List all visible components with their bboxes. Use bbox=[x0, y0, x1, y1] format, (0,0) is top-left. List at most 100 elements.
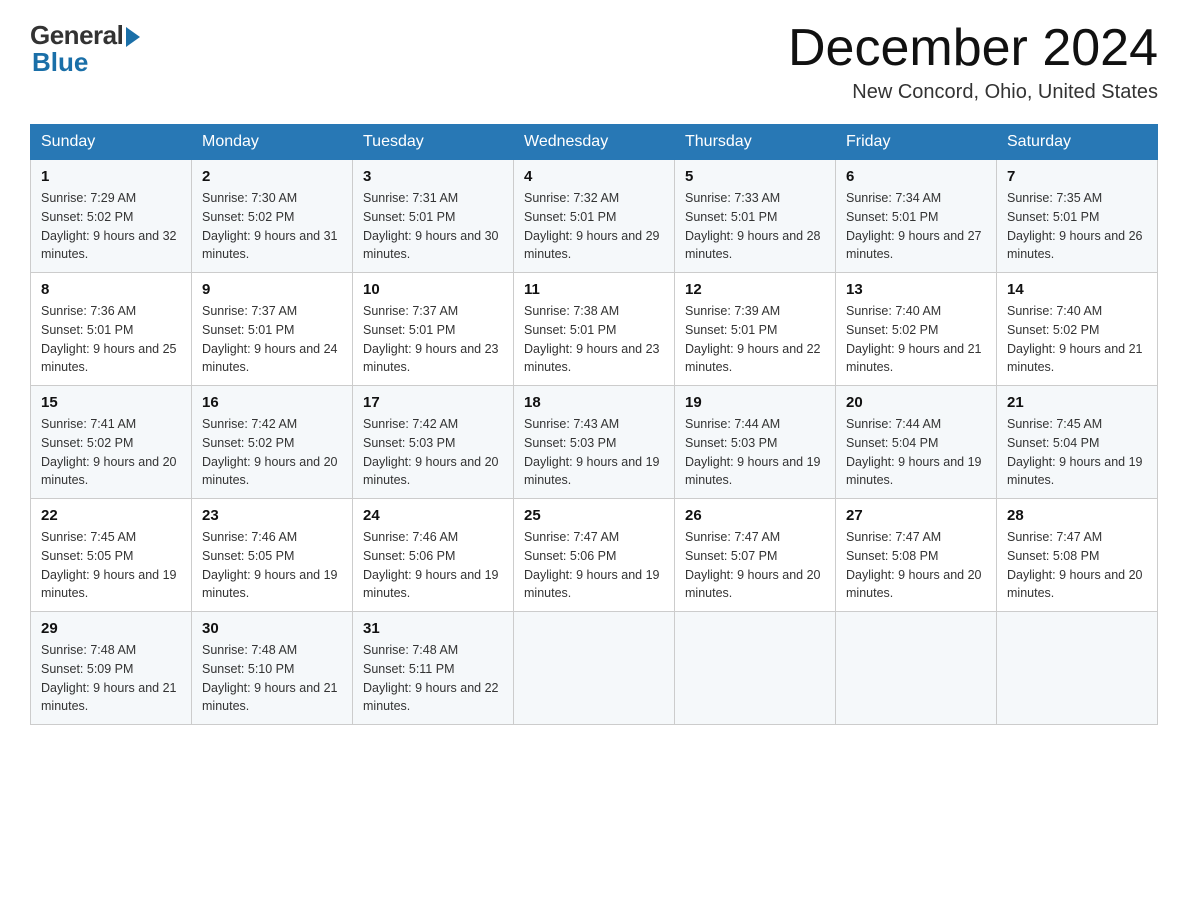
day-number: 20 bbox=[846, 394, 986, 411]
day-info: Sunrise: 7:47 AM Sunset: 5:08 PM Dayligh… bbox=[846, 528, 986, 603]
header-day-sunday: Sunday bbox=[31, 125, 192, 160]
calendar-cell: 21 Sunrise: 7:45 AM Sunset: 5:04 PM Dayl… bbox=[997, 386, 1158, 499]
calendar-cell: 3 Sunrise: 7:31 AM Sunset: 5:01 PM Dayli… bbox=[353, 160, 514, 273]
week-row-3: 15 Sunrise: 7:41 AM Sunset: 5:02 PM Dayl… bbox=[31, 386, 1158, 499]
week-row-2: 8 Sunrise: 7:36 AM Sunset: 5:01 PM Dayli… bbox=[31, 273, 1158, 386]
calendar-cell: 4 Sunrise: 7:32 AM Sunset: 5:01 PM Dayli… bbox=[514, 160, 675, 273]
day-number: 28 bbox=[1007, 507, 1147, 524]
day-info: Sunrise: 7:33 AM Sunset: 5:01 PM Dayligh… bbox=[685, 189, 825, 264]
calendar-cell: 16 Sunrise: 7:42 AM Sunset: 5:02 PM Dayl… bbox=[192, 386, 353, 499]
day-number: 14 bbox=[1007, 281, 1147, 298]
calendar-cell: 8 Sunrise: 7:36 AM Sunset: 5:01 PM Dayli… bbox=[31, 273, 192, 386]
day-info: Sunrise: 7:48 AM Sunset: 5:11 PM Dayligh… bbox=[363, 641, 503, 716]
header-day-monday: Monday bbox=[192, 125, 353, 160]
day-info: Sunrise: 7:46 AM Sunset: 5:05 PM Dayligh… bbox=[202, 528, 342, 603]
day-number: 25 bbox=[524, 507, 664, 524]
day-number: 4 bbox=[524, 168, 664, 185]
day-number: 1 bbox=[41, 168, 181, 185]
day-number: 29 bbox=[41, 620, 181, 637]
calendar-cell: 13 Sunrise: 7:40 AM Sunset: 5:02 PM Dayl… bbox=[836, 273, 997, 386]
day-number: 6 bbox=[846, 168, 986, 185]
calendar-cell: 22 Sunrise: 7:45 AM Sunset: 5:05 PM Dayl… bbox=[31, 499, 192, 612]
calendar-cell bbox=[836, 612, 997, 725]
day-info: Sunrise: 7:43 AM Sunset: 5:03 PM Dayligh… bbox=[524, 415, 664, 490]
day-number: 21 bbox=[1007, 394, 1147, 411]
calendar-cell: 5 Sunrise: 7:33 AM Sunset: 5:01 PM Dayli… bbox=[675, 160, 836, 273]
day-number: 23 bbox=[202, 507, 342, 524]
day-info: Sunrise: 7:31 AM Sunset: 5:01 PM Dayligh… bbox=[363, 189, 503, 264]
day-info: Sunrise: 7:45 AM Sunset: 5:05 PM Dayligh… bbox=[41, 528, 181, 603]
calendar-cell: 14 Sunrise: 7:40 AM Sunset: 5:02 PM Dayl… bbox=[997, 273, 1158, 386]
calendar-cell: 15 Sunrise: 7:41 AM Sunset: 5:02 PM Dayl… bbox=[31, 386, 192, 499]
day-info: Sunrise: 7:37 AM Sunset: 5:01 PM Dayligh… bbox=[363, 302, 503, 377]
logo: General Blue bbox=[30, 20, 140, 78]
week-row-5: 29 Sunrise: 7:48 AM Sunset: 5:09 PM Dayl… bbox=[31, 612, 1158, 725]
day-info: Sunrise: 7:30 AM Sunset: 5:02 PM Dayligh… bbox=[202, 189, 342, 264]
day-info: Sunrise: 7:46 AM Sunset: 5:06 PM Dayligh… bbox=[363, 528, 503, 603]
day-info: Sunrise: 7:36 AM Sunset: 5:01 PM Dayligh… bbox=[41, 302, 181, 377]
calendar-cell: 24 Sunrise: 7:46 AM Sunset: 5:06 PM Dayl… bbox=[353, 499, 514, 612]
day-info: Sunrise: 7:48 AM Sunset: 5:10 PM Dayligh… bbox=[202, 641, 342, 716]
calendar-cell: 2 Sunrise: 7:30 AM Sunset: 5:02 PM Dayli… bbox=[192, 160, 353, 273]
calendar-cell: 18 Sunrise: 7:43 AM Sunset: 5:03 PM Dayl… bbox=[514, 386, 675, 499]
day-number: 3 bbox=[363, 168, 503, 185]
day-info: Sunrise: 7:42 AM Sunset: 5:02 PM Dayligh… bbox=[202, 415, 342, 490]
day-number: 5 bbox=[685, 168, 825, 185]
calendar-cell: 10 Sunrise: 7:37 AM Sunset: 5:01 PM Dayl… bbox=[353, 273, 514, 386]
day-info: Sunrise: 7:32 AM Sunset: 5:01 PM Dayligh… bbox=[524, 189, 664, 264]
calendar-cell bbox=[997, 612, 1158, 725]
day-info: Sunrise: 7:48 AM Sunset: 5:09 PM Dayligh… bbox=[41, 641, 181, 716]
day-number: 19 bbox=[685, 394, 825, 411]
calendar-cell: 28 Sunrise: 7:47 AM Sunset: 5:08 PM Dayl… bbox=[997, 499, 1158, 612]
header-day-friday: Friday bbox=[836, 125, 997, 160]
day-info: Sunrise: 7:40 AM Sunset: 5:02 PM Dayligh… bbox=[1007, 302, 1147, 377]
day-number: 31 bbox=[363, 620, 503, 637]
day-info: Sunrise: 7:47 AM Sunset: 5:08 PM Dayligh… bbox=[1007, 528, 1147, 603]
day-info: Sunrise: 7:35 AM Sunset: 5:01 PM Dayligh… bbox=[1007, 189, 1147, 264]
day-info: Sunrise: 7:39 AM Sunset: 5:01 PM Dayligh… bbox=[685, 302, 825, 377]
day-number: 11 bbox=[524, 281, 664, 298]
day-number: 22 bbox=[41, 507, 181, 524]
calendar-cell bbox=[514, 612, 675, 725]
day-info: Sunrise: 7:38 AM Sunset: 5:01 PM Dayligh… bbox=[524, 302, 664, 377]
header-day-saturday: Saturday bbox=[997, 125, 1158, 160]
day-number: 13 bbox=[846, 281, 986, 298]
location-text: New Concord, Ohio, United States bbox=[788, 81, 1158, 104]
day-number: 18 bbox=[524, 394, 664, 411]
calendar-cell: 6 Sunrise: 7:34 AM Sunset: 5:01 PM Dayli… bbox=[836, 160, 997, 273]
week-row-1: 1 Sunrise: 7:29 AM Sunset: 5:02 PM Dayli… bbox=[31, 160, 1158, 273]
calendar-cell: 9 Sunrise: 7:37 AM Sunset: 5:01 PM Dayli… bbox=[192, 273, 353, 386]
month-title: December 2024 bbox=[788, 20, 1158, 77]
header-day-tuesday: Tuesday bbox=[353, 125, 514, 160]
day-number: 2 bbox=[202, 168, 342, 185]
day-info: Sunrise: 7:29 AM Sunset: 5:02 PM Dayligh… bbox=[41, 189, 181, 264]
calendar-header-row: SundayMondayTuesdayWednesdayThursdayFrid… bbox=[31, 125, 1158, 160]
day-number: 26 bbox=[685, 507, 825, 524]
day-info: Sunrise: 7:44 AM Sunset: 5:03 PM Dayligh… bbox=[685, 415, 825, 490]
calendar-cell: 31 Sunrise: 7:48 AM Sunset: 5:11 PM Dayl… bbox=[353, 612, 514, 725]
calendar-cell: 19 Sunrise: 7:44 AM Sunset: 5:03 PM Dayl… bbox=[675, 386, 836, 499]
week-row-4: 22 Sunrise: 7:45 AM Sunset: 5:05 PM Dayl… bbox=[31, 499, 1158, 612]
calendar-cell: 26 Sunrise: 7:47 AM Sunset: 5:07 PM Dayl… bbox=[675, 499, 836, 612]
logo-triangle-icon bbox=[126, 27, 140, 47]
calendar-cell: 20 Sunrise: 7:44 AM Sunset: 5:04 PM Dayl… bbox=[836, 386, 997, 499]
title-area: December 2024 New Concord, Ohio, United … bbox=[788, 20, 1158, 104]
day-info: Sunrise: 7:41 AM Sunset: 5:02 PM Dayligh… bbox=[41, 415, 181, 490]
day-info: Sunrise: 7:47 AM Sunset: 5:06 PM Dayligh… bbox=[524, 528, 664, 603]
day-number: 15 bbox=[41, 394, 181, 411]
page-header: General Blue December 2024 New Concord, … bbox=[30, 20, 1158, 104]
day-number: 30 bbox=[202, 620, 342, 637]
calendar-cell: 25 Sunrise: 7:47 AM Sunset: 5:06 PM Dayl… bbox=[514, 499, 675, 612]
calendar-cell: 30 Sunrise: 7:48 AM Sunset: 5:10 PM Dayl… bbox=[192, 612, 353, 725]
day-number: 16 bbox=[202, 394, 342, 411]
day-number: 24 bbox=[363, 507, 503, 524]
day-info: Sunrise: 7:37 AM Sunset: 5:01 PM Dayligh… bbox=[202, 302, 342, 377]
day-number: 7 bbox=[1007, 168, 1147, 185]
day-number: 9 bbox=[202, 281, 342, 298]
logo-blue-text: Blue bbox=[32, 47, 88, 78]
day-number: 12 bbox=[685, 281, 825, 298]
calendar-cell: 27 Sunrise: 7:47 AM Sunset: 5:08 PM Dayl… bbox=[836, 499, 997, 612]
calendar-cell: 23 Sunrise: 7:46 AM Sunset: 5:05 PM Dayl… bbox=[192, 499, 353, 612]
day-number: 17 bbox=[363, 394, 503, 411]
day-info: Sunrise: 7:40 AM Sunset: 5:02 PM Dayligh… bbox=[846, 302, 986, 377]
